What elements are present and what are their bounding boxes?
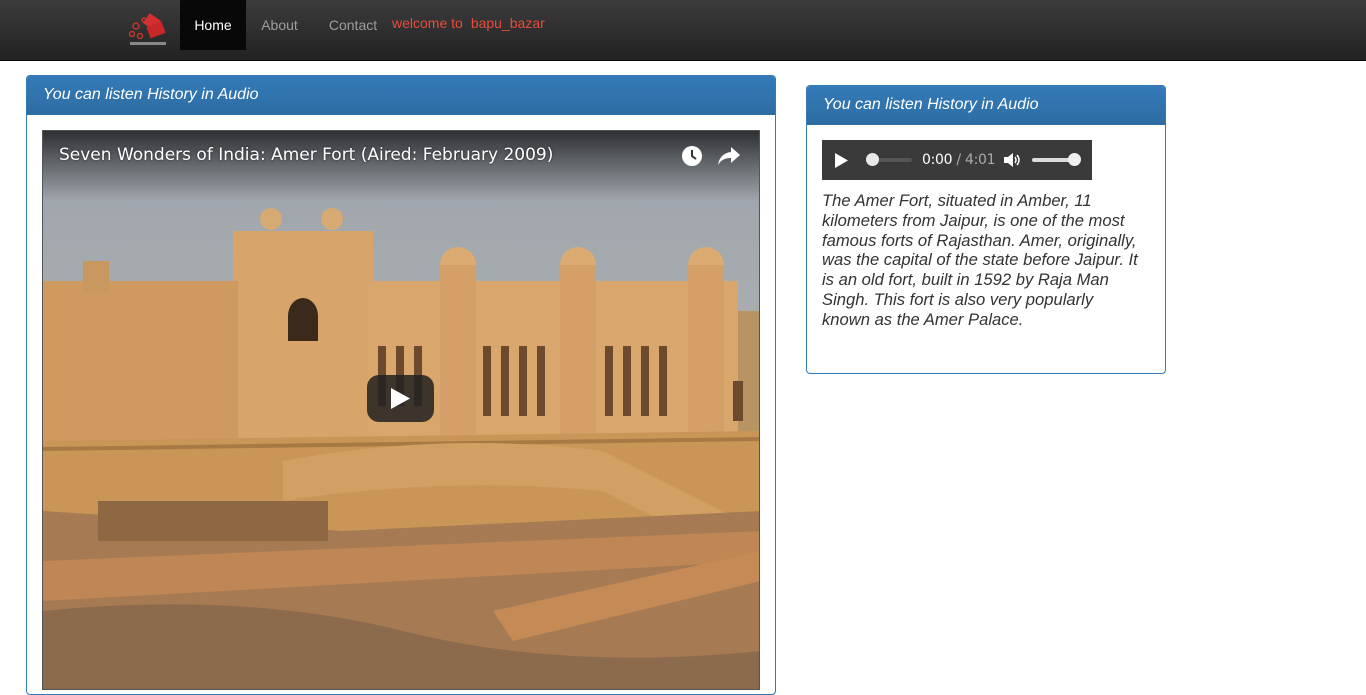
- audio-time-display: 0:00 / 4:01: [922, 152, 996, 168]
- video-player[interactable]: Seven Wonders of India: Amer Fort (Aired…: [42, 130, 760, 690]
- brand-logo-icon[interactable]: [126, 12, 170, 48]
- volume-icon[interactable]: [1004, 152, 1022, 168]
- video-title[interactable]: Seven Wonders of India: Amer Fort (Aired…: [59, 145, 553, 165]
- welcome-text: welcome to: [392, 15, 463, 31]
- share-icon[interactable]: [717, 145, 741, 167]
- audio-player[interactable]: 0:00 / 4:01: [822, 140, 1092, 180]
- volume-slider-handle[interactable]: [1068, 153, 1081, 166]
- audio-play-icon[interactable]: [835, 153, 849, 168]
- video-panel-heading: You can listen History in Audio: [27, 76, 775, 115]
- audio-progress-handle[interactable]: [866, 153, 879, 166]
- history-description: The Amer Fort, situated in Amber, 11 kil…: [822, 191, 1138, 329]
- audio-current-time: 0:00: [922, 152, 953, 168]
- welcome-message: welcome to bapu_bazar: [392, 15, 545, 31]
- top-navbar: Home About Contact welcome to bapu_bazar: [0, 0, 1366, 61]
- watch-later-icon[interactable]: [681, 145, 703, 167]
- nav-about-link[interactable]: About: [246, 0, 313, 50]
- video-play-button[interactable]: [367, 375, 434, 422]
- audio-time-separator: /: [956, 152, 961, 168]
- welcome-username: bapu_bazar: [470, 15, 545, 31]
- play-icon: [391, 388, 410, 409]
- audio-duration: 4:01: [964, 152, 996, 168]
- nav-contact-link[interactable]: Contact: [313, 0, 393, 50]
- video-panel: You can listen History in Audio Seven Wo…: [26, 75, 776, 695]
- audio-panel-heading: You can listen History in Audio: [807, 86, 1165, 125]
- nav-home-link[interactable]: Home: [180, 0, 246, 50]
- audio-panel: You can listen History in Audio 0:00 / 4…: [806, 85, 1166, 374]
